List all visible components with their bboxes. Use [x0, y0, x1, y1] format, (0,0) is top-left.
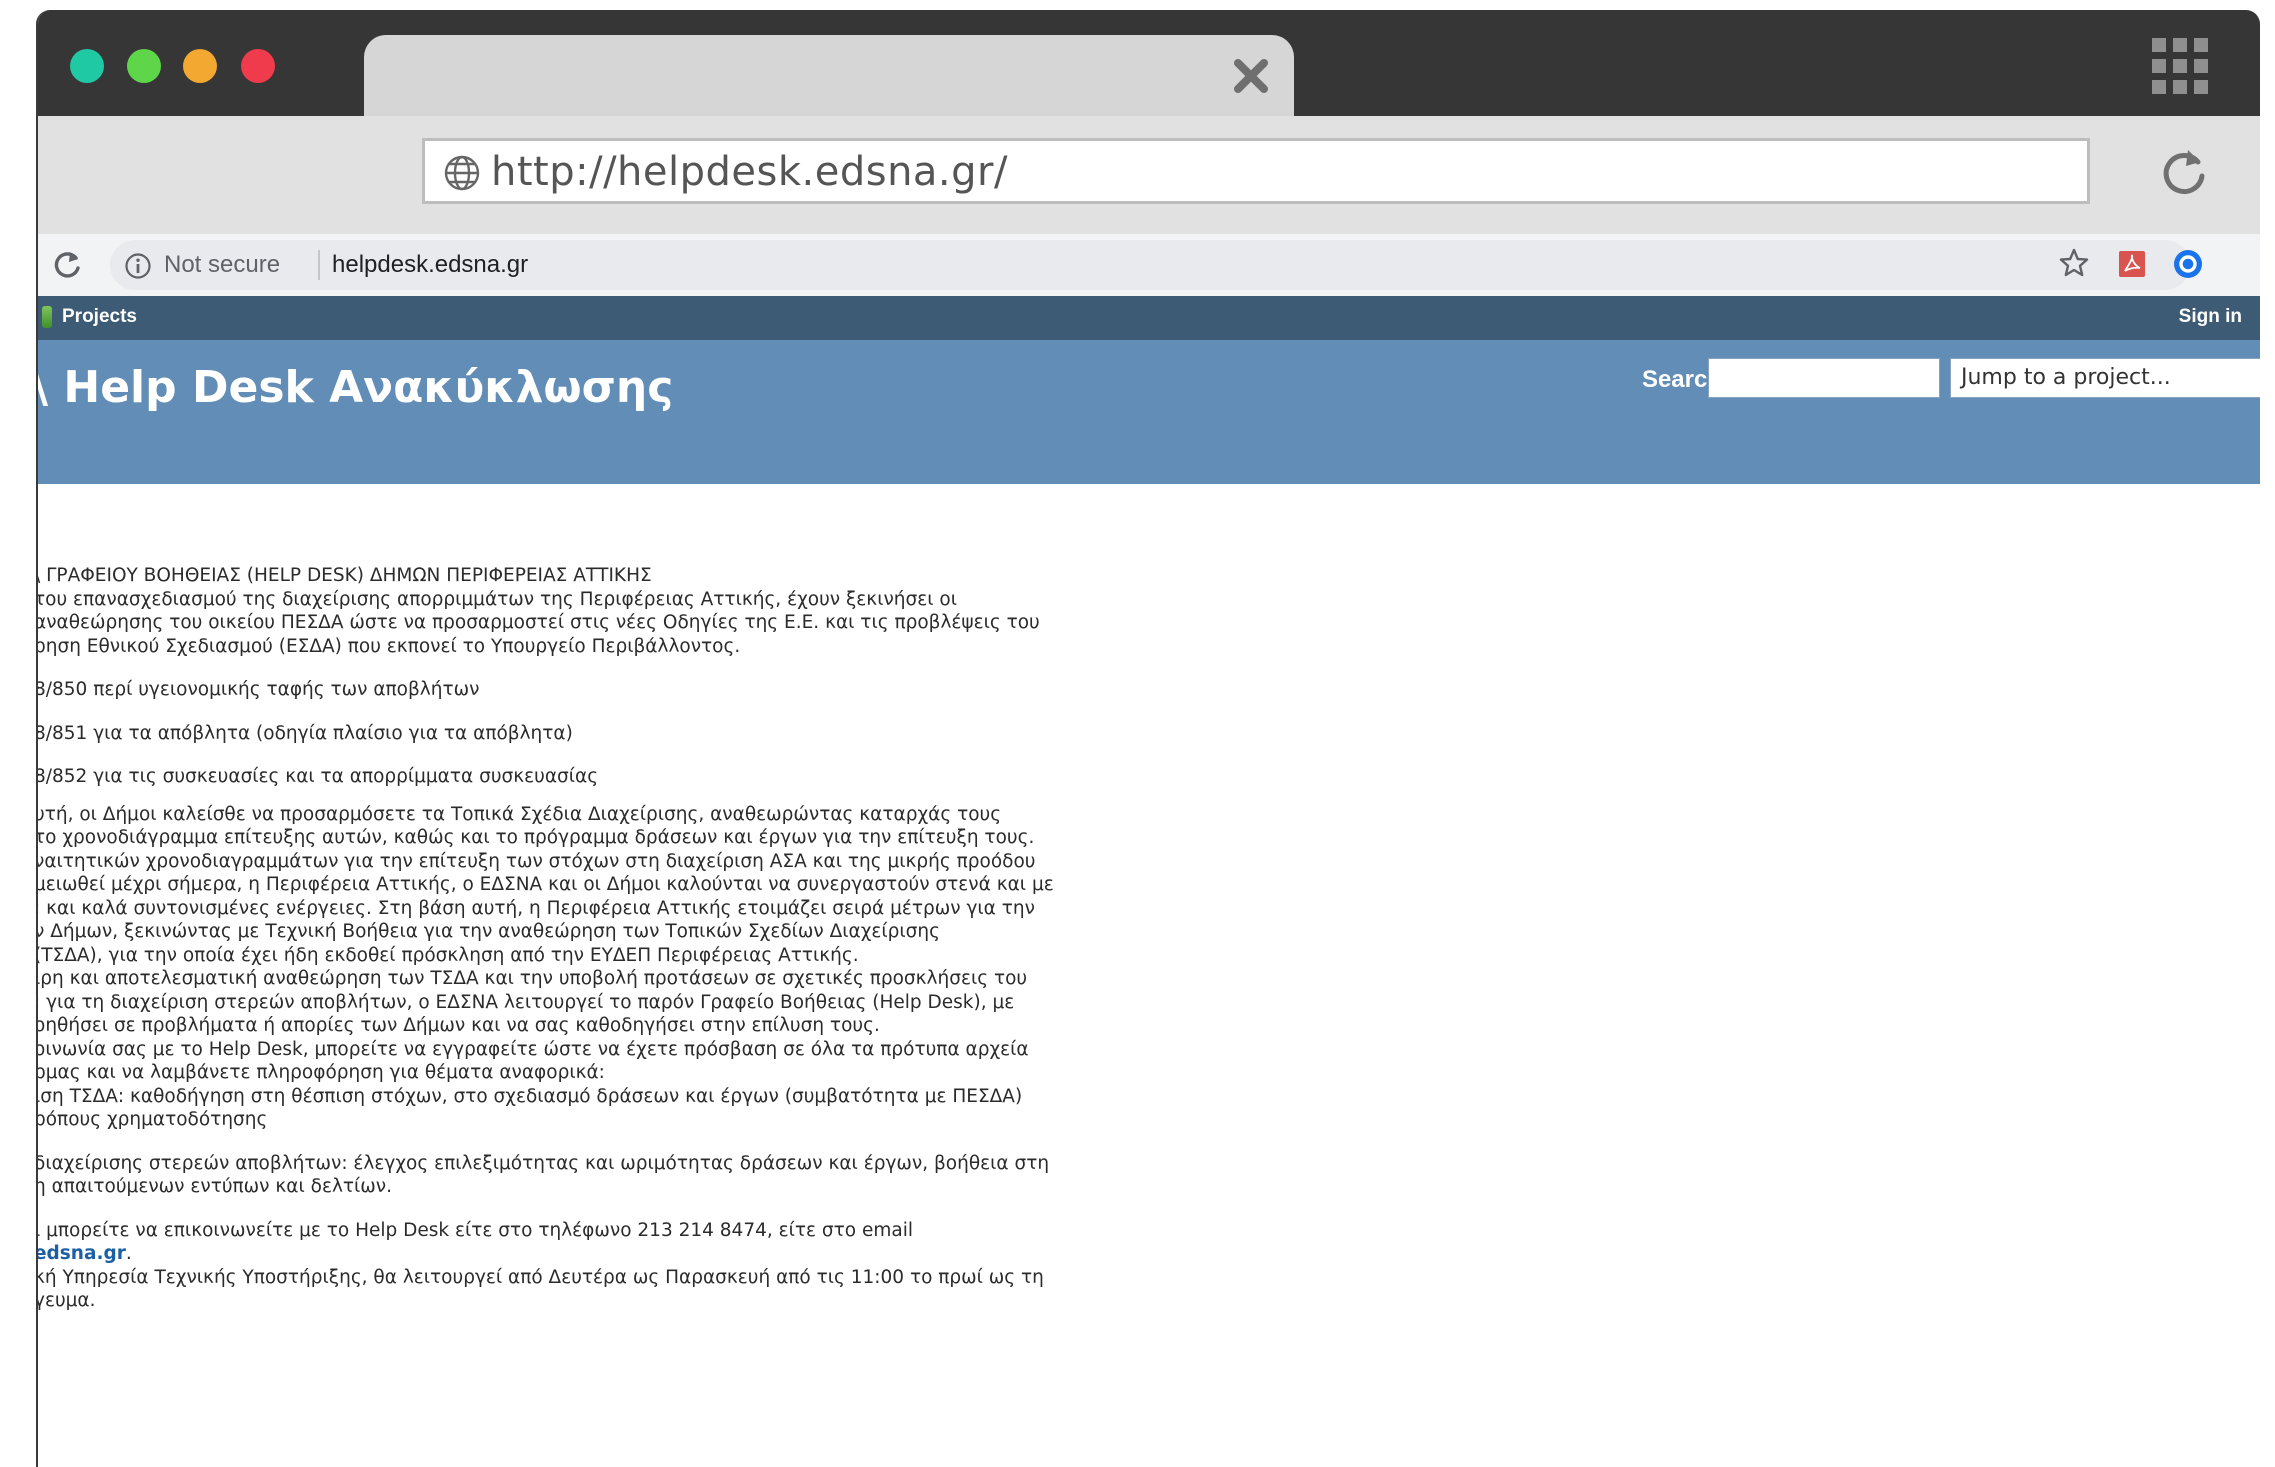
window-titlebar	[38, 10, 2260, 117]
text-line: ; για τη διαχείριση στερεών αποβλήτων, ο…	[38, 991, 1015, 1013]
text-line: του επανασχεδιασμού της διαχείρισης απορ…	[38, 588, 957, 610]
content-heading: \ ΓΡΑΦΕΙΟΥ ΒΟΗΘΕΙΑΣ (HELP DESK) ΔΗΜΩΝ ΠΕ…	[38, 565, 652, 586]
directive-item: 8/852 για τις συσκευασίες και τα απορρίμ…	[38, 766, 599, 787]
omnibox[interactable]: Not secure helpdesk.edsna.gr	[110, 240, 2190, 290]
close-icon[interactable]	[1232, 57, 1270, 95]
mockup-url-text: http://helpdesk.edsna.gr/	[491, 149, 1008, 195]
email-link[interactable]: edsna.gr	[38, 1243, 126, 1264]
projects-icon	[42, 306, 52, 328]
window-close-button[interactable]	[241, 49, 275, 83]
reload-icon[interactable]	[2158, 146, 2210, 198]
text-line: ιρη και αποτελεσματική αναθεώρηση των ΤΣ…	[38, 968, 1028, 989]
text-line: ; και καλά συντονισμένες ενέργειες. Στη …	[38, 897, 1035, 919]
text-line: ρηση Εθνικού Σχεδιασμού (ΕΣΔΑ) που εκπον…	[38, 635, 741, 657]
mockup-url-input[interactable]: http://helpdesk.edsna.gr/	[422, 138, 2090, 204]
text-line: οινωνία σας με το Help Desk, μπορείτε να…	[38, 1038, 1029, 1060]
search-input[interactable]	[1708, 358, 1940, 398]
email-suffix: .	[125, 1243, 132, 1264]
body-paragraph: υτή, οι Δήμοι καλείσθε να προσαρμόσετε τ…	[38, 803, 1238, 1132]
text-line: ρμας και να λαμβάνετε πληροφόρηση για θέ…	[38, 1062, 605, 1083]
globe-icon	[444, 155, 480, 191]
site-header: \ Help Desk Ανακύκλωσης Search: Jump to …	[38, 340, 2260, 484]
pdf-extension-icon[interactable]	[2116, 248, 2148, 280]
text-line: κή Υπηρεσία Τεχνικής Υποστήριξης, θα λει…	[38, 1266, 1044, 1288]
text-line: ι μπορείτε να επικοινωνείτε με το Help D…	[38, 1219, 913, 1241]
text-line: ναιτητικών χρονοδιαγραμμάτων για την επί…	[38, 850, 1036, 872]
security-status: Not secure	[164, 251, 281, 278]
window-teal-button[interactable]	[70, 49, 104, 83]
omnibox-url: helpdesk.edsna.gr	[332, 251, 529, 278]
text-line: το χρονοδιάγραμμα επίτευξης αυτών, καθώς…	[38, 827, 1035, 848]
text-line: η απαιτούμενων εντύπων και δελτίων.	[38, 1176, 392, 1197]
text-line: αναθεώρησης του οικείου ΠΕΣΔΑ ώστε να πρ…	[38, 612, 1040, 633]
browser-tab[interactable]	[364, 35, 1294, 117]
page-screenshot: Not secure helpdesk.edsna.gr Projects Si…	[38, 234, 2260, 1467]
page-title: \ Help Desk Ανακύκλωσης	[36, 362, 674, 413]
browser-mockup-frame: http://helpdesk.edsna.gr/ Not secure hel…	[36, 10, 2260, 1467]
jump-to-project-select[interactable]: Jump to a project...	[1950, 358, 2260, 398]
body-paragraph-2: διαχείρισης στερεών αποβλήτων: έλεγχος ε…	[38, 1152, 1238, 1199]
mockup-addressbar: http://helpdesk.edsna.gr/	[38, 116, 2260, 234]
top-menu-bar: Projects Sign in	[38, 296, 2260, 340]
extension-icon[interactable]	[2172, 248, 2204, 280]
text-line: οηθήσει σε προβλήματα ή απορίες των Δήμω…	[38, 1015, 880, 1036]
sign-in-link[interactable]: Sign in	[2179, 306, 2242, 328]
refresh-icon[interactable]	[50, 248, 84, 282]
email-line: edsna.gr.	[38, 1242, 1234, 1266]
text-line: γευμα.	[38, 1290, 96, 1311]
directive-item: 8/851 για τα απόβλητα (οδηγία πλαίσιο γι…	[38, 722, 573, 744]
text-line: ιση ΤΣΔΑ: καθοδήγηση στη θέσπιση στόχων,…	[38, 1085, 1023, 1107]
main-content: \ ΓΡΑΦΕΙΟΥ ΒΟΗΘΕΙΑΣ (HELP DESK) ΔΗΜΩΝ ΠΕ…	[38, 564, 1238, 1464]
apps-grid-icon[interactable]	[2152, 38, 2208, 94]
text-line: ν Δήμων, ξεκινώντας με Τεχνική Βοήθεια γ…	[38, 921, 940, 942]
bookmark-star-icon[interactable]	[2058, 247, 2090, 279]
text-line: διαχείρισης στερεών αποβλήτων: έλεγχος ε…	[38, 1152, 1050, 1174]
chrome-toolbar: Not secure helpdesk.edsna.gr	[38, 234, 2260, 297]
info-icon[interactable]	[124, 252, 152, 280]
text-line: ρόπους χρηματοδότησης	[38, 1109, 268, 1130]
projects-link[interactable]: Projects	[62, 306, 137, 328]
text-line: (ΤΣΔΑ), για την οποία έχει ήδη εκδοθεί π…	[38, 944, 859, 966]
directive-item: 8/850 περί υγειονομικής ταφής των αποβλή…	[38, 679, 480, 700]
omnibox-divider	[318, 250, 320, 280]
window-minimize-button[interactable]	[183, 49, 217, 83]
contact-paragraph: ι μπορείτε να επικοινωνείτε με το Help D…	[38, 1219, 1238, 1313]
text-line: υτή, οι Δήμοι καλείσθε να προσαρμόσετε τ…	[38, 803, 1002, 825]
window-maximize-button[interactable]	[127, 49, 161, 83]
intro-paragraph: του επανασχεδιασμού της διαχείρισης απορ…	[38, 588, 1238, 659]
text-line: μειωθεί μέχρι σήμερα, η Περιφέρεια Αττικ…	[38, 874, 1054, 895]
